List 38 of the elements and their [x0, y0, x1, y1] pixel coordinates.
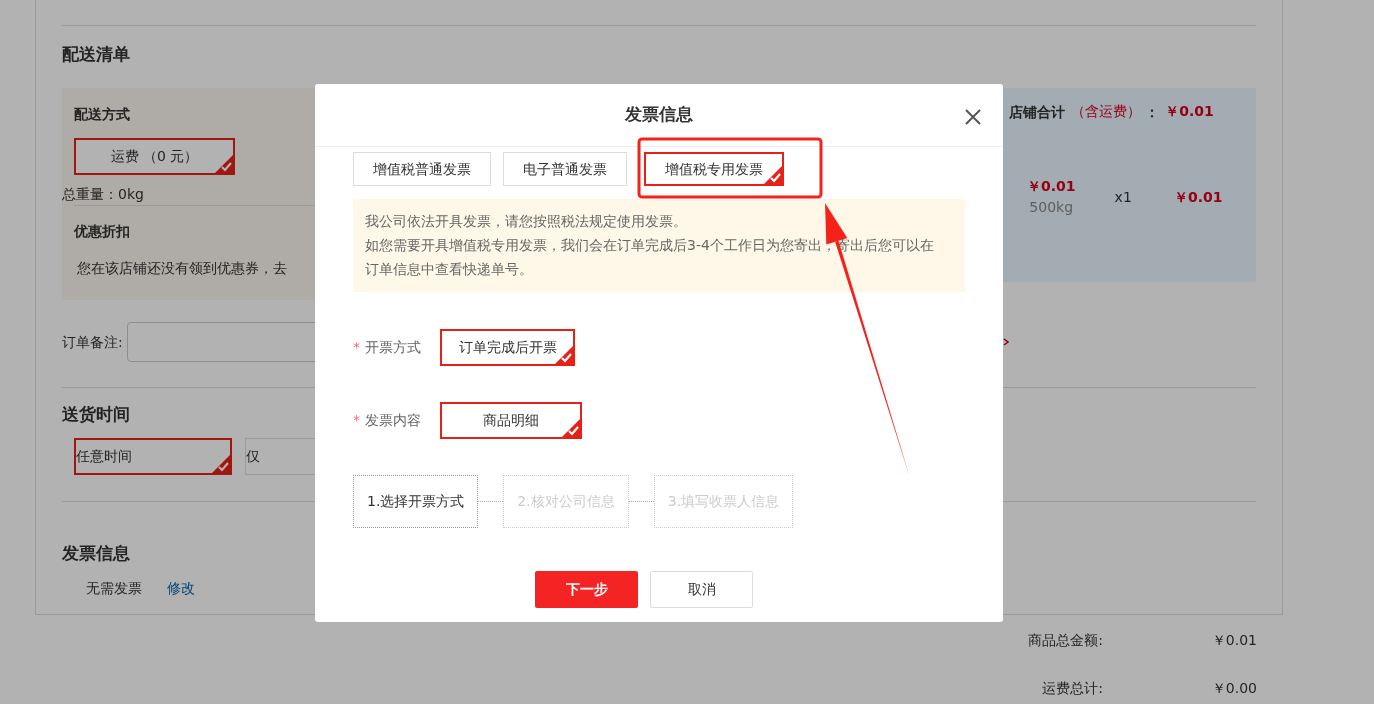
- colon-text: ：: [1145, 102, 1160, 122]
- field-label: 发票内容: [365, 412, 421, 428]
- field-label: 开票方式: [365, 339, 421, 355]
- field-label: 优惠折扣: [74, 222, 130, 241]
- item-subtotal: ￥0.01: [1172, 187, 1224, 207]
- invoice-type-tab[interactable]: 电子普通发票: [503, 152, 627, 186]
- step-box: 1.选择开票方式: [353, 475, 479, 528]
- field-label: 配送方式: [74, 105, 130, 124]
- store-total-label: 店铺合计: [1009, 102, 1066, 122]
- invoice-value: 无需发票: [86, 579, 142, 598]
- invoice-type-tab[interactable]: 增值税专用发票: [644, 152, 784, 186]
- summary-label: 商品总金额:: [1028, 631, 1103, 650]
- weight-text: 总重量：0kg: [62, 186, 144, 202]
- section-title: 送货时间: [62, 403, 130, 426]
- store-total-amount: ￥0.01: [1165, 102, 1214, 121]
- invoice-type-tab[interactable]: 增值税普通发票: [353, 152, 491, 186]
- cancel-button[interactable]: 取消: [650, 571, 753, 608]
- order-note-label: 订单备注:: [62, 332, 123, 352]
- next-button[interactable]: 下一步: [535, 571, 638, 608]
- item-price: ￥0.01: [1025, 177, 1077, 196]
- time-option[interactable]: 任意时间: [74, 438, 232, 475]
- notice-text: 我公司依法开具发票，请您按照税法规定使用发票。: [365, 212, 688, 231]
- shipping-note: （含运费）: [1071, 102, 1142, 121]
- required-mark: *: [353, 412, 360, 428]
- dialog-title: 发票信息: [625, 103, 693, 127]
- edit-link[interactable]: 修改: [167, 578, 195, 598]
- section-title: 发票信息: [62, 542, 130, 565]
- invoice-option[interactable]: 订单完成后开票: [440, 329, 575, 366]
- required-mark: *: [353, 339, 360, 355]
- summary-label: 运费总计:: [1042, 679, 1103, 698]
- invoice-option[interactable]: 商品明细: [440, 402, 582, 439]
- summary-value: ￥0.01: [1210, 631, 1257, 650]
- item-weight: 500kg: [1028, 198, 1075, 217]
- shipping-option[interactable]: 运费 （0 元）: [74, 138, 235, 175]
- summary-value: ￥0.00: [1210, 679, 1257, 698]
- coupon-text: 您在该店铺还没有领到优惠券，去: [76, 259, 287, 278]
- section-title: 配送清单: [62, 43, 130, 66]
- item-quantity: x1: [1113, 187, 1133, 207]
